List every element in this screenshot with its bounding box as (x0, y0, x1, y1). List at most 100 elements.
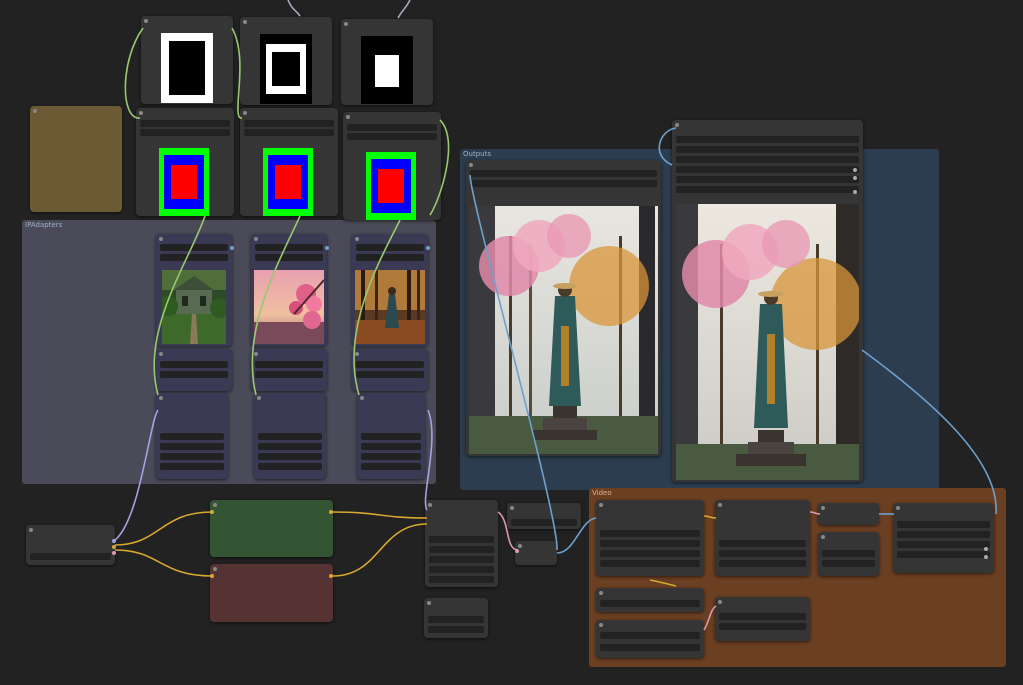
preview-output-node-1[interactable] (466, 160, 661, 456)
widget[interactable] (361, 433, 421, 440)
widget[interactable] (255, 244, 323, 251)
output-socket[interactable] (329, 574, 333, 578)
widget[interactable] (470, 180, 657, 187)
widget[interactable] (244, 129, 334, 136)
widget[interactable] (160, 254, 228, 261)
input-socket[interactable] (210, 574, 214, 578)
widget[interactable] (897, 521, 990, 528)
widget[interactable] (255, 361, 323, 368)
output-socket[interactable] (426, 246, 430, 250)
widget[interactable] (676, 186, 859, 193)
input-socket[interactable] (210, 510, 214, 514)
widget[interactable] (160, 453, 224, 460)
mask-preview-node-1[interactable] (136, 108, 234, 216)
mask-preview-node-3[interactable] (343, 112, 441, 220)
note-node[interactable] (30, 106, 122, 212)
widget[interactable] (347, 124, 437, 131)
widget[interactable] (160, 443, 224, 450)
video-node-7[interactable] (715, 597, 810, 641)
widget[interactable] (676, 156, 859, 163)
widget[interactable] (356, 244, 424, 251)
widget[interactable] (719, 540, 806, 547)
widget[interactable] (600, 600, 700, 607)
widget[interactable] (429, 536, 494, 543)
mask-source-node-3[interactable] (341, 19, 433, 105)
widget[interactable] (822, 550, 875, 557)
widget[interactable] (140, 120, 230, 127)
widget[interactable] (822, 560, 875, 567)
mask-source-node-1[interactable] (141, 16, 233, 104)
widget[interactable] (429, 566, 494, 573)
video-node-5[interactable] (596, 588, 704, 612)
widget[interactable] (356, 254, 424, 261)
widget[interactable] (140, 129, 230, 136)
widget[interactable] (160, 371, 228, 378)
widget[interactable] (160, 361, 228, 368)
checkpoint-loader-node[interactable] (26, 525, 116, 565)
widget[interactable] (429, 556, 494, 563)
widget-socket[interactable] (853, 190, 857, 194)
widget[interactable] (356, 371, 424, 378)
ipadapter-apply-node-3[interactable] (357, 393, 425, 479)
positive-prompt-node[interactable] (210, 500, 333, 557)
ipadapter-apply-node-1[interactable] (156, 393, 228, 479)
widget[interactable] (160, 433, 224, 440)
sampler-node[interactable] (425, 500, 498, 587)
encoder-node-3[interactable] (352, 349, 428, 391)
widget-socket[interactable] (853, 176, 857, 180)
widget[interactable] (258, 433, 322, 440)
output-socket[interactable] (112, 551, 116, 555)
widget[interactable] (429, 576, 494, 583)
widget[interactable] (428, 616, 484, 623)
output-socket[interactable] (230, 246, 234, 250)
widget[interactable] (361, 463, 421, 470)
small-node[interactable] (424, 598, 488, 638)
widget[interactable] (600, 540, 700, 547)
widget[interactable] (600, 632, 700, 639)
widget[interactable] (258, 443, 322, 450)
widget[interactable] (255, 254, 323, 261)
widget[interactable] (361, 453, 421, 460)
decode-node[interactable] (515, 541, 557, 565)
encoder-node-2[interactable] (251, 349, 327, 391)
load-image-node-3[interactable] (352, 234, 430, 346)
video-combine-node[interactable] (893, 503, 994, 573)
widget[interactable] (719, 550, 806, 557)
widget[interactable] (676, 166, 859, 173)
input-socket[interactable] (515, 549, 519, 553)
output-socket[interactable] (325, 246, 329, 250)
mask-source-node-2[interactable] (240, 17, 332, 105)
widget-socket[interactable] (853, 168, 857, 172)
widget[interactable] (160, 463, 224, 470)
output-socket[interactable] (329, 510, 333, 514)
preview-output-node-2[interactable] (672, 120, 863, 482)
video-node-4[interactable] (818, 532, 879, 576)
widget[interactable] (897, 541, 990, 548)
widget-socket[interactable] (984, 555, 988, 559)
latent-node[interactable] (507, 503, 581, 529)
widget[interactable] (676, 176, 859, 183)
widget[interactable] (258, 453, 322, 460)
widget[interactable] (347, 133, 437, 140)
widget[interactable] (356, 361, 424, 368)
widget[interactable] (897, 551, 990, 558)
video-node-3[interactable] (818, 503, 879, 525)
widget[interactable] (30, 553, 111, 560)
negative-prompt-node[interactable] (210, 564, 333, 622)
widget[interactable] (897, 531, 990, 538)
widget[interactable] (719, 560, 806, 567)
widget-socket[interactable] (984, 547, 988, 551)
widget[interactable] (429, 546, 494, 553)
load-image-node-1[interactable] (156, 234, 234, 346)
load-image-node-2[interactable] (251, 234, 329, 346)
widget[interactable] (676, 136, 859, 143)
widget[interactable] (719, 613, 806, 620)
widget[interactable] (600, 560, 700, 567)
widget[interactable] (600, 644, 700, 651)
output-socket[interactable] (112, 545, 116, 549)
widget[interactable] (470, 170, 657, 177)
widget[interactable] (719, 623, 806, 630)
widget[interactable] (600, 530, 700, 537)
encoder-node-1[interactable] (156, 349, 232, 391)
widget[interactable] (160, 244, 228, 251)
